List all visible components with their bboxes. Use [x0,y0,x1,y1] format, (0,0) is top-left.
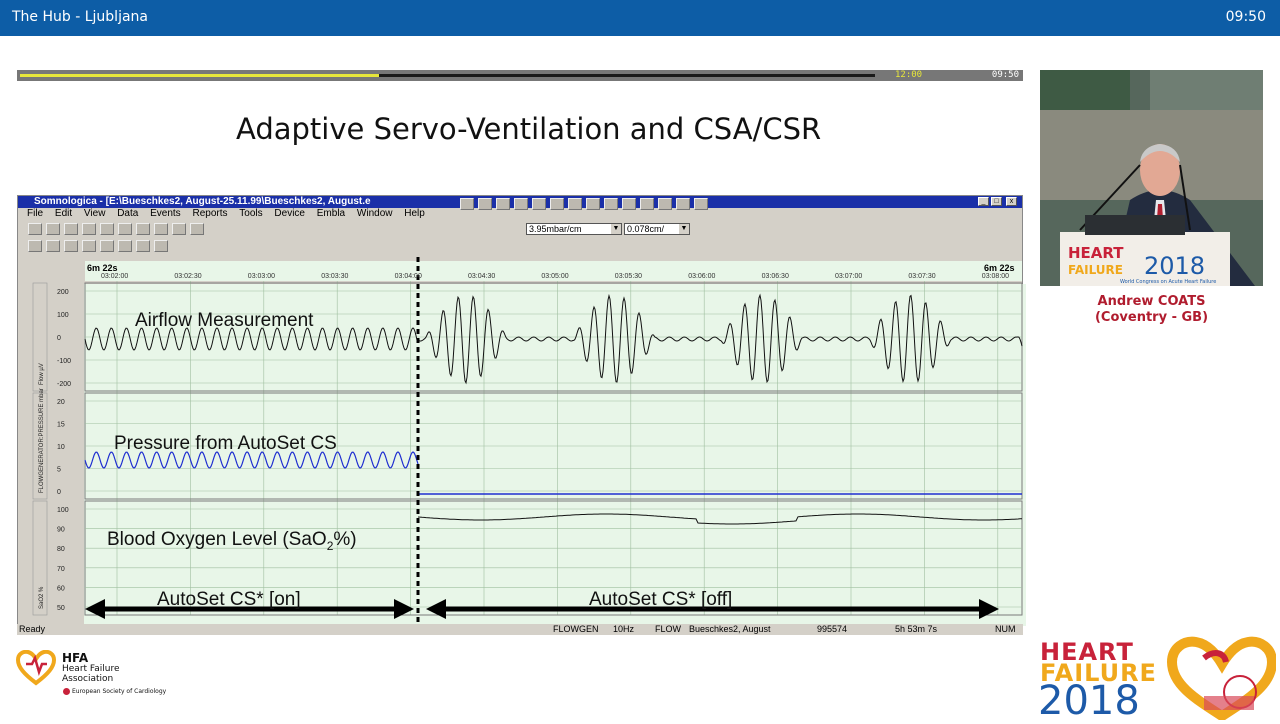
hfa-abbr: HFA [62,651,89,665]
airflow-trace [84,293,1023,385]
time-tick-label: 03:08:00 [982,273,1009,280]
speaker-caption: Andrew COATS (Coventry - GB) [1040,294,1263,326]
presentation-progress-bar: 12:00 09:50 [17,70,1023,81]
channel-tick-label: 10 [57,444,65,451]
speaker-affiliation: (Coventry - GB) [1094,310,1209,325]
progress-fill [20,74,379,77]
hfa-heart-icon [16,650,56,686]
status-recording: Bueschkes2, August [689,624,771,634]
sao2-annotation-text: Blood Oxygen Level (SaO [107,529,327,550]
channel-tick-label: 100 [57,312,69,319]
conf-heart-icon [1166,636,1276,720]
channel-tick-label: -100 [57,358,71,365]
hfa-name: Heart Failure Association [62,664,120,684]
phase-on-arrow-head-right [394,599,414,619]
channel-axis-label: FLOWGENERATOR:PRESSURE mbar [39,388,45,493]
channel-tick-label: 60 [57,585,65,592]
time-start-label: 6m 22s [87,263,118,273]
channel-tick-label: 5 [57,467,61,474]
status-channel: FLOWGEN [553,624,599,634]
progress-elapsed-time: 09:50 [991,70,1019,80]
sao2-annotation: Blood Oxygen Level (SaO2%) [107,529,357,553]
progress-total-time: 12:00 [895,70,923,80]
phase-on-arrow-head-left [85,599,105,619]
sao2-trace [417,513,1023,525]
hfa-logo: HFA Heart Failure Association European S… [16,648,176,700]
status-duration: 5h 53m 7s [895,624,938,634]
slide-title: Adaptive Servo-Ventilation and CSA/CSR [236,112,822,146]
sao2-annotation-suffix: %) [333,529,356,550]
phase-on-label: AutoSet CS* [on] [157,589,301,610]
status-mode: NUM [995,624,1016,634]
time-tick-label: 03:07:00 [835,273,862,280]
speaker-video: HEART FAILURE 2018 World Congress on Acu… [1040,70,1263,286]
speaker-name: Andrew COATS [1097,294,1206,309]
channel-tick-label: 70 [57,566,65,573]
time-tick-label: 03:07:30 [908,273,935,280]
top-bar: The Hub - Ljubljana 09:50 [0,0,1280,36]
time-tick-label: 03:05:00 [541,273,568,280]
banner-year: 2018 [1144,252,1205,280]
banner-line1: HEART [1068,244,1124,262]
channel-tick-label: 200 [57,289,69,296]
phase-off-arrow-head-right [979,599,999,619]
time-tick-label: 03:06:30 [762,273,789,280]
channel-tick-label: 0 [57,335,61,342]
status-bar: Ready FLOWGEN 10Hz FLOW Bueschkes2, Augu… [17,624,1023,635]
conf-logo-year: 2018 [1038,678,1140,724]
heart-failure-2018-logo: HEART FAILURE 2018 [1036,636,1276,724]
time-tick-label: 03:02:30 [174,273,201,280]
hfa-line1: Heart Failure [62,664,120,674]
session-title: The Hub - Ljubljana [12,9,148,25]
phase-off-label: AutoSet CS* [off] [589,589,732,610]
channel-tick-label: 0 [57,489,61,496]
time-tick-label: 03:03:30 [321,273,348,280]
speaker-video-frame: HEART FAILURE 2018 World Congress on Acu… [1040,70,1263,286]
esc-name: European Society of Cardiology [72,688,167,695]
esc-icon [63,688,70,695]
channel-tick-label: 90 [57,527,65,534]
airflow-annotation: Airflow Measurement [135,310,314,331]
time-tick-label: 03:02:00 [101,273,128,280]
banner-tagline: World Congress on Acute Heart Failure [1120,279,1216,285]
pressure-annotation: Pressure from AutoSet CS [114,433,337,454]
channel-tick-label: 100 [57,507,69,514]
time-tick-label: 03:03:00 [248,273,275,280]
phase-off-arrow-head-left [426,599,446,619]
status-rate: 10Hz [613,624,635,634]
channel-tick-label: 80 [57,546,65,553]
time-tick-label: 03:04:30 [468,273,495,280]
channel-tick-label: 15 [57,422,65,429]
time-end-label: 6m 22s [984,263,1015,273]
status-ready: Ready [19,624,46,634]
channel-tick-label: -200 [57,381,71,388]
channel-tick-label: 20 [57,399,65,406]
channel-tick-label: 50 [57,605,65,612]
clock: 09:50 [1225,9,1266,25]
pressure-trace-on [84,451,419,469]
status-signal: FLOW [655,624,681,634]
status-sample: 995574 [817,624,848,634]
time-tick-label: 03:06:00 [688,273,715,280]
banner-line2: FAILURE [1068,263,1123,277]
channel-axis-label: Flow µV [39,363,45,385]
signal-traces: 6m 22s 6m 22s03:02:00 03:02:30 03:03:00 03:0… [32,257,1023,635]
time-tick-label: 03:04:00 [395,273,422,280]
channel-axis-label: SaO2 % [39,586,45,609]
time-tick-label: 03:05:30 [615,273,642,280]
hfa-line2: Association [62,674,114,684]
